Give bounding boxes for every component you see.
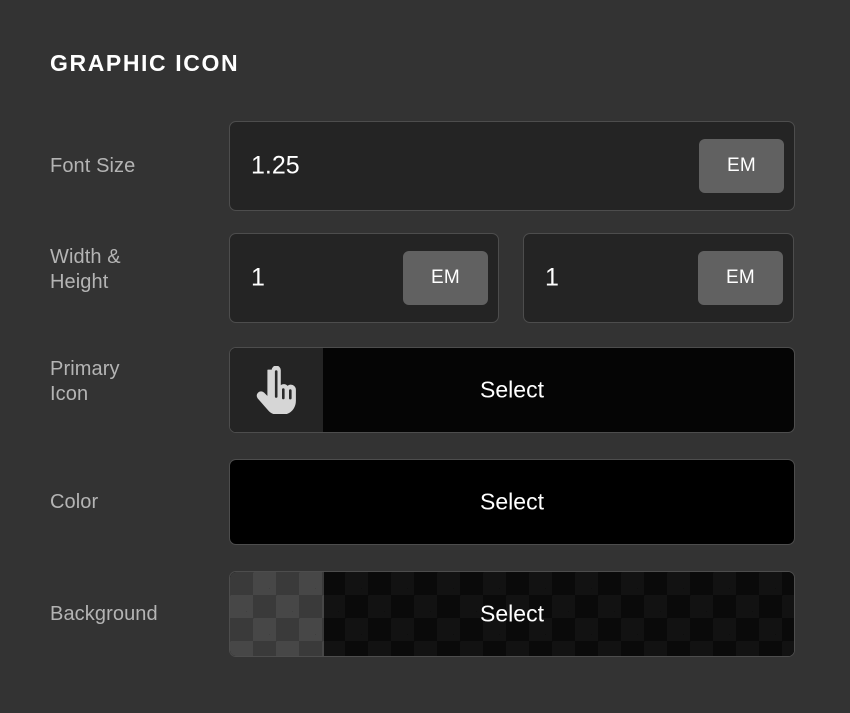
graphic-icon-panel: GRAPHIC ICON Font Size 1.25 EM Width & He…	[0, 0, 850, 713]
width-value: 1	[251, 266, 265, 291]
transparency-checkerboard-light	[230, 572, 324, 656]
width-height-label: Width & Height	[50, 245, 220, 294]
color-label: Color	[50, 490, 220, 515]
width-height-row: Width & Height 1 EM 1 EM	[0, 233, 850, 323]
width-input[interactable]: 1 EM	[229, 233, 499, 323]
background-select-button[interactable]: Select	[229, 571, 795, 657]
color-select-button[interactable]: Select	[229, 459, 795, 545]
primary-icon-select-button[interactable]: Select	[229, 347, 795, 433]
primary-icon-preview[interactable]	[230, 348, 323, 432]
primary-icon-label-line2: Icon	[50, 383, 88, 405]
primary-icon-label: Primary Icon	[50, 357, 220, 406]
primary-icon-row: Primary Icon Select	[0, 347, 850, 433]
background-row: Background Select	[0, 571, 850, 657]
width-height-label-line2: Height	[50, 271, 108, 293]
primary-icon-label-line1: Primary	[50, 358, 120, 380]
width-unit-button[interactable]: EM	[403, 251, 488, 305]
font-size-input[interactable]: 1.25 EM	[229, 121, 795, 211]
font-size-unit-button[interactable]: EM	[699, 139, 784, 193]
height-input[interactable]: 1 EM	[523, 233, 794, 323]
color-row: Color Select	[0, 459, 850, 545]
width-height-label-line1: Width &	[50, 246, 121, 268]
height-value: 1	[545, 266, 559, 291]
font-size-label: Font Size	[50, 154, 220, 179]
font-size-value: 1.25	[251, 154, 300, 179]
font-size-row: Font Size 1.25 EM	[0, 121, 850, 211]
color-select-label: Select	[230, 491, 794, 514]
page-title: GRAPHIC ICON	[50, 52, 239, 75]
background-label: Background	[50, 602, 220, 627]
height-unit-button[interactable]: EM	[698, 251, 783, 305]
pointing-hand-icon	[256, 366, 298, 414]
